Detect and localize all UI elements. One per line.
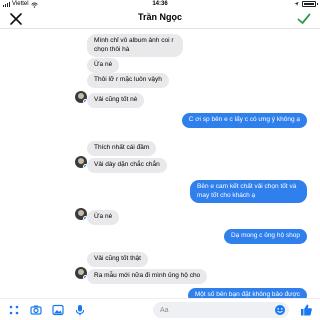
message-outgoing: Dạ mong c ủng hộ shop <box>223 229 307 244</box>
microphone-icon[interactable] <box>74 304 86 316</box>
message-incoming: Ừa nè <box>87 210 120 225</box>
battery-fill <box>304 3 314 5</box>
check-icon[interactable] <box>296 11 312 27</box>
avatar[interactable] <box>75 156 87 168</box>
message-composer <box>0 298 320 320</box>
message-input-wrapper[interactable] <box>153 302 289 318</box>
camera-icon[interactable] <box>30 304 42 316</box>
message-incoming: Thích nhất cái đầm <box>87 141 157 156</box>
grid-icon[interactable] <box>8 304 20 316</box>
avatar[interactable] <box>75 208 87 220</box>
like-icon[interactable] <box>299 303 313 317</box>
message-outgoing: Bên e cam kết chất vải chọn tốt và may t… <box>190 180 307 203</box>
location-icon <box>294 1 299 6</box>
emoji-icon[interactable] <box>274 304 286 316</box>
avatar[interactable] <box>75 267 87 279</box>
status-right <box>294 0 318 7</box>
message-incoming: Ừa nè <box>87 58 120 73</box>
message-incoming: Ra mẫu mới nữa đi mình ủng hộ cho <box>87 269 208 284</box>
gallery-icon[interactable] <box>52 304 64 316</box>
message-incoming: Vải cũng tốt nè <box>87 93 145 108</box>
message-incoming: Mình chỉ vô album ảnh coi r chọn thôi hà <box>87 34 183 57</box>
message-incoming: Vải dày dặn chắc chắn <box>87 158 167 173</box>
message-input[interactable] <box>160 302 270 318</box>
clock: 14:36 <box>152 1 168 7</box>
conversation-header: Trần Ngọc <box>0 9 320 29</box>
message-incoming: Vải cũng tốt thật <box>87 252 148 267</box>
message-incoming: Thôi lỡ r mặc luôn vậyh <box>87 73 169 88</box>
contact-name: Trần Ngọc <box>137 12 182 22</box>
avatar[interactable] <box>75 91 87 103</box>
battery-icon <box>302 1 318 7</box>
status-bar: Viettel 14:36 <box>0 0 320 9</box>
message-outgoing: C ơi sp bên e c lấy c có ưng ý không ạ <box>181 113 307 128</box>
